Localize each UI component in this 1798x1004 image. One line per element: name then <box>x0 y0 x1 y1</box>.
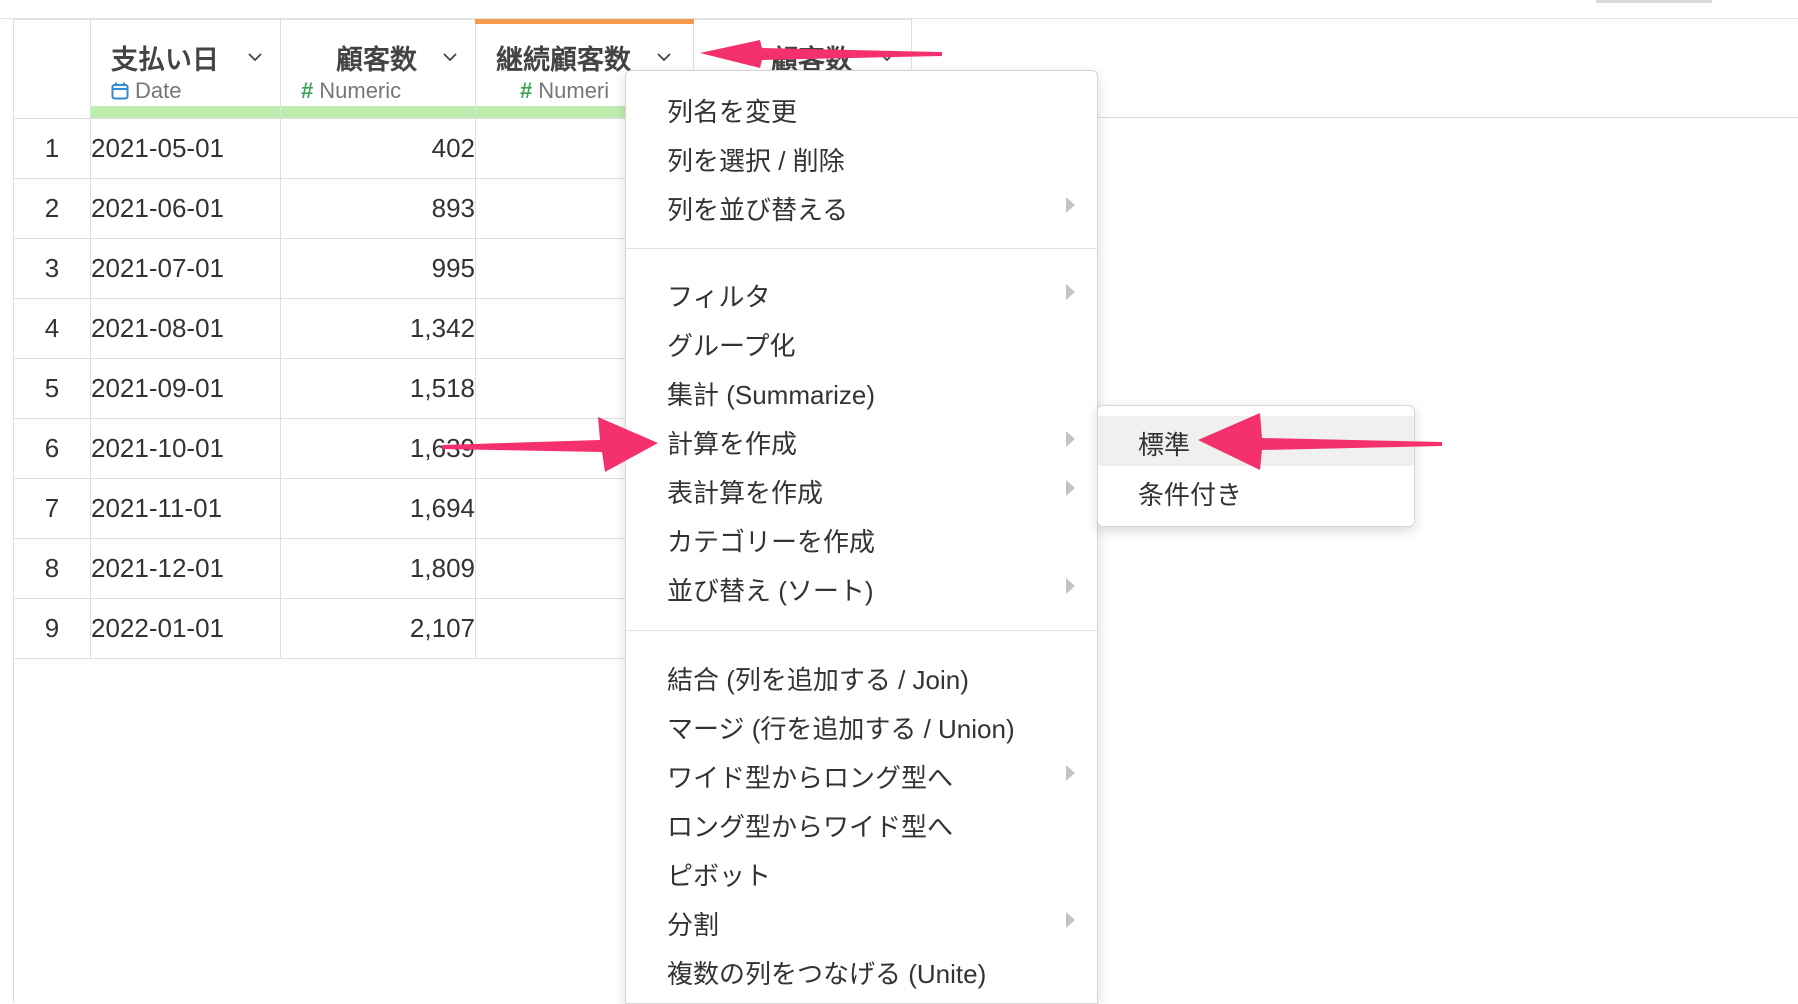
menu-item-label: ロング型からワイド型へ <box>667 812 954 842</box>
menu-item-label: ピボット <box>667 861 772 891</box>
row-index-cell[interactable]: 2 <box>13 178 91 239</box>
column-type-label: Date <box>135 78 182 103</box>
column-type-label: Numeri <box>538 78 610 103</box>
menu-item-create-calc[interactable]: 計算を作成 <box>626 416 1097 462</box>
calendar-icon <box>111 82 129 100</box>
row-index-cell[interactable]: 7 <box>13 478 91 539</box>
count-cell[interactable]: 2,107 <box>280 598 476 659</box>
toolbar-tab-indicator <box>1596 0 1712 3</box>
count-cell[interactable]: 995 <box>280 238 476 299</box>
menu-item-label: 列を並び替える <box>667 195 849 225</box>
column-name: 顧客数 <box>336 45 417 75</box>
menu-item-pivot[interactable]: ピボット <box>626 848 1097 894</box>
submenu-caret-icon <box>1066 284 1075 300</box>
menu-item-split[interactable]: 分割 <box>626 897 1097 943</box>
column-name: 継続顧客数 <box>496 45 631 75</box>
menu-item-filter[interactable]: フィルタ <box>626 269 1097 315</box>
count-cell[interactable]: 1,694 <box>280 478 476 539</box>
row-index-cell[interactable]: 3 <box>13 238 91 299</box>
menu-item-label: 計算を作成 <box>667 429 798 459</box>
menu-item-summarize[interactable]: 集計 (Summarize) <box>626 367 1097 413</box>
column-header-count[interactable]: 顧客数 # Numeric <box>280 19 476 119</box>
menu-item-select-delete[interactable]: 列を選択 / 削除 <box>626 133 1097 179</box>
column-header-date[interactable]: 支払い日 Date <box>90 19 281 119</box>
date-cell[interactable]: 2021-07-01 <box>90 238 281 299</box>
count-cell[interactable]: 402 <box>280 118 476 179</box>
menu-item-label: 結合 (列を追加する / Join) <box>667 665 969 695</box>
row-index-cell[interactable]: 4 <box>13 298 91 359</box>
date-cell[interactable]: 2021-05-01 <box>90 118 281 179</box>
submenu-caret-icon <box>1066 765 1075 781</box>
menu-item-long-to-wide[interactable]: ロング型からワイド型へ <box>626 799 1097 845</box>
date-cell[interactable]: 2021-09-01 <box>90 358 281 419</box>
menu-item-label: カテゴリーを作成 <box>667 527 876 557</box>
menu-divider <box>626 248 1097 249</box>
submenu-item-label: 標準 <box>1138 430 1191 460</box>
menu-divider <box>626 630 1097 631</box>
menu-item-reorder[interactable]: 列を並び替える <box>626 182 1097 228</box>
menu-item-label: 複数の列をつなげる (Unite) <box>667 959 987 989</box>
menu-item-label: グループ化 <box>667 331 796 361</box>
pointer-arrow-icon <box>442 417 658 472</box>
menu-item-create-table-calc[interactable]: 表計算を作成 <box>626 465 1097 511</box>
count-cell[interactable]: 1,342 <box>280 298 476 359</box>
column-name: 支払い日 <box>111 45 219 75</box>
row-index-cell[interactable]: 1 <box>13 118 91 179</box>
menu-item-label: 分割 <box>667 910 720 940</box>
selected-column-indicator <box>475 19 694 24</box>
count-cell[interactable]: 1,809 <box>280 538 476 599</box>
date-cell[interactable]: 2021-11-01 <box>90 478 281 539</box>
menu-item-unite[interactable]: 複数の列をつなげる (Unite) <box>626 946 1097 992</box>
menu-item-sort[interactable]: 並び替え (ソート) <box>626 563 1097 609</box>
menu-item-label: 集計 (Summarize) <box>667 380 876 410</box>
chevron-down-icon[interactable] <box>657 50 671 64</box>
menu-item-label: 列名を変更 <box>667 97 798 127</box>
row-index-cell[interactable]: 9 <box>13 598 91 659</box>
chevron-down-icon[interactable] <box>248 50 262 64</box>
submenu-caret-icon <box>1066 431 1075 447</box>
menu-item-label: 表計算を作成 <box>667 478 824 508</box>
submenu-caret-icon <box>1066 480 1075 496</box>
menu-item-wide-to-long[interactable]: ワイド型からロング型へ <box>626 750 1097 796</box>
column-quality-bar <box>281 106 475 118</box>
menu-item-label: フィルタ <box>667 282 771 312</box>
column-type: # Numeri <box>520 78 609 104</box>
row-index-cell[interactable]: 8 <box>13 538 91 599</box>
column-type-label: Numeric <box>319 78 402 103</box>
hash-icon: # <box>520 78 533 103</box>
date-cell[interactable]: 2022-01-01 <box>90 598 281 659</box>
chevron-down-icon[interactable] <box>443 50 457 64</box>
date-cell[interactable]: 2021-12-01 <box>90 538 281 599</box>
date-cell[interactable]: 2021-06-01 <box>90 178 281 239</box>
hash-icon: # <box>301 78 314 103</box>
menu-item-join[interactable]: 結合 (列を追加する / Join) <box>626 652 1097 698</box>
submenu-item-label: 条件付き <box>1138 480 1243 510</box>
row-index-header <box>13 19 91 119</box>
column-type: Date <box>111 78 181 104</box>
submenu-caret-icon <box>1066 197 1075 213</box>
date-cell[interactable]: 2021-10-01 <box>90 418 281 479</box>
menu-item-create-category[interactable]: カテゴリーを作成 <box>626 514 1097 560</box>
column-type: # Numeric <box>301 78 401 104</box>
row-index-cell[interactable]: 6 <box>13 418 91 479</box>
menu-item-label: 並び替え (ソート) <box>667 576 874 606</box>
top-toolbar <box>0 0 1798 19</box>
menu-item-union[interactable]: マージ (行を追加する / Union) <box>626 701 1097 747</box>
menu-item-label: 列を選択 / 削除 <box>667 146 845 176</box>
menu-item-group[interactable]: グループ化 <box>626 318 1097 364</box>
menu-item-label: ワイド型からロング型へ <box>667 763 954 793</box>
count-cell[interactable]: 893 <box>280 178 476 239</box>
row-index-cell[interactable]: 5 <box>13 358 91 419</box>
column-quality-bar <box>91 106 280 118</box>
date-cell[interactable]: 2021-08-01 <box>90 298 281 359</box>
pointer-arrow-icon <box>1198 413 1442 470</box>
menu-item-label: マージ (行を追加する / Union) <box>667 714 1015 744</box>
menu-item-rename[interactable]: 列名を変更 <box>626 84 1097 130</box>
pointer-arrow-icon <box>700 40 942 68</box>
column-context-menu: 列名を変更 列を選択 / 削除 列を並び替える フィルタ グループ化 集計 (S… <box>625 70 1098 1004</box>
submenu-caret-icon <box>1066 912 1075 928</box>
submenu-caret-icon <box>1066 578 1075 594</box>
